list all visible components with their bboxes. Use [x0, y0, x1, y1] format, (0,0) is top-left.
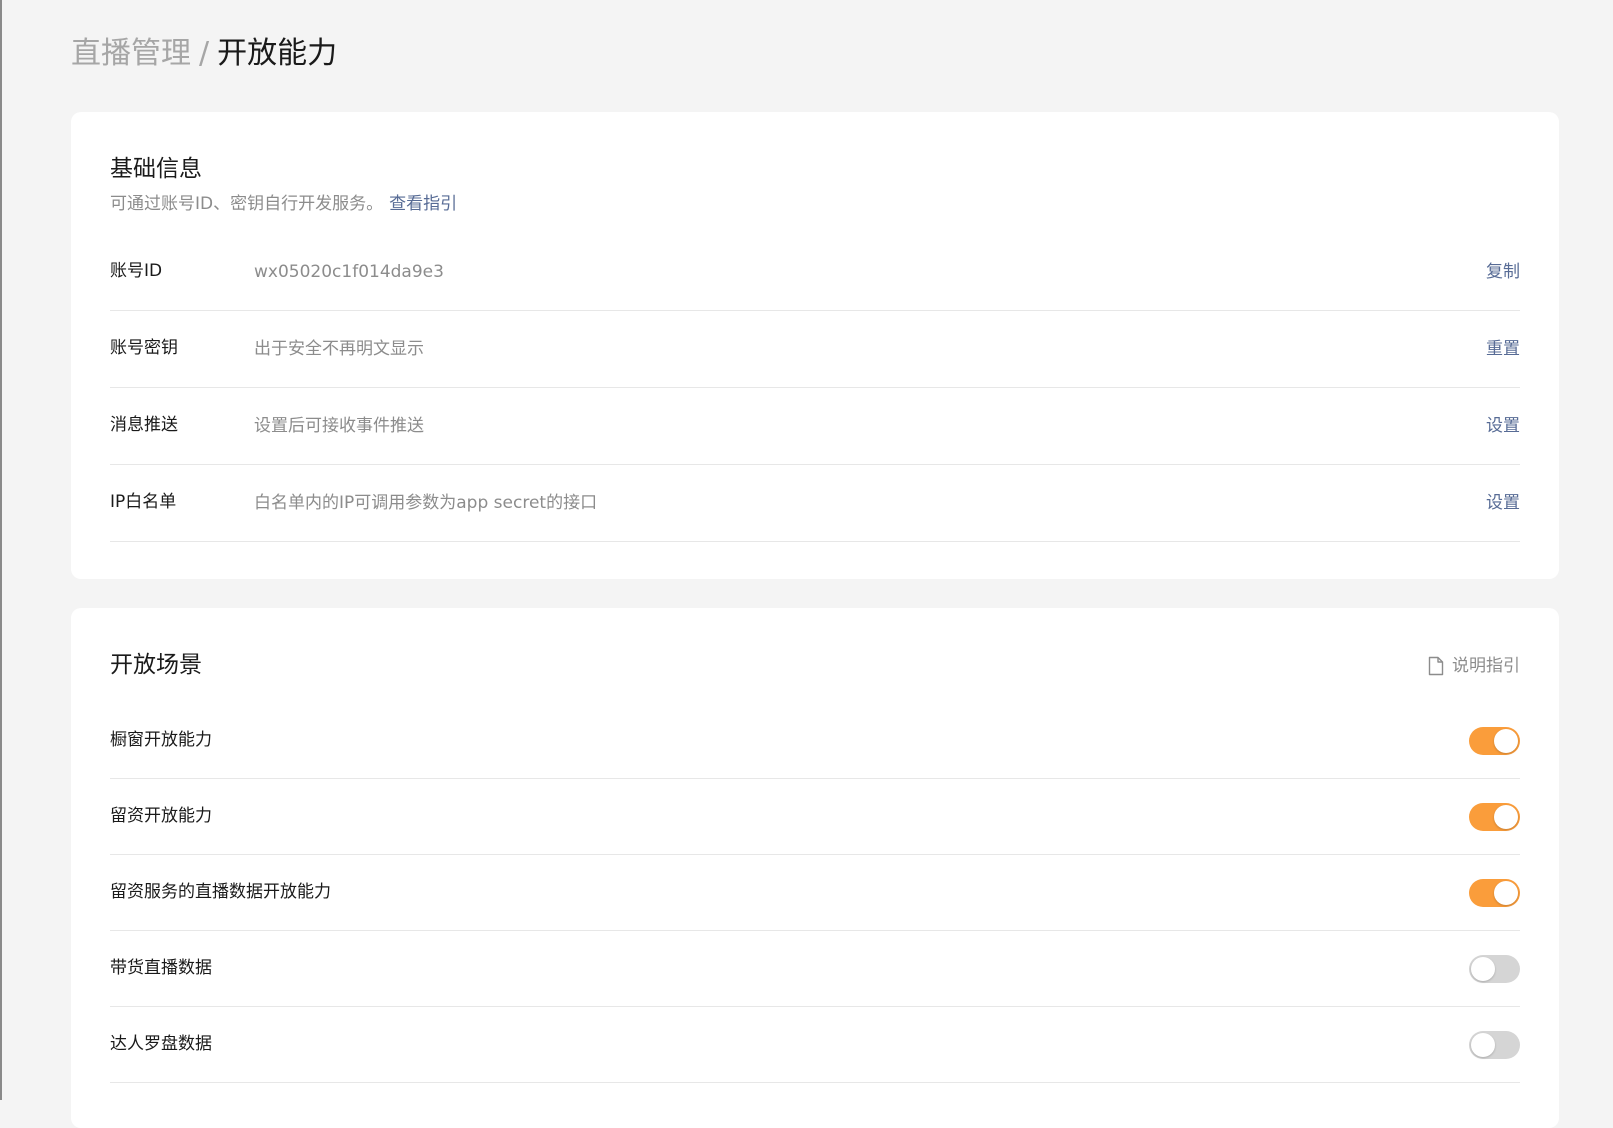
info-row-value: 白名单内的IP可调用参数为app secret的接口 [254, 493, 598, 513]
view-guide-link[interactable]: 查看指引 [389, 194, 457, 214]
toggle-knob [1494, 729, 1518, 753]
scene-list: 橱窗开放能力 留资开放能力 留资服务的直播数据开放能力 带货直播数据 达人罗盘数… [110, 703, 1520, 1083]
sales-live-data-toggle[interactable] [1469, 955, 1520, 983]
reset-secret-button[interactable]: 重置 [1486, 337, 1520, 361]
guide-link-label: 说明指引 [1452, 656, 1520, 676]
info-row-label: 消息推送 [110, 415, 178, 435]
open-scenes-card: 开放场景 说明指引 橱窗开放能力 留资开放能力 留资服务的直播数据开放能力 带货… [71, 608, 1559, 1128]
open-scenes-title: 开放场景 [110, 652, 202, 678]
info-row-label: IP白名单 [110, 492, 177, 512]
toggle-knob [1471, 1033, 1495, 1057]
info-row-value: 设置后可接收事件推送 [254, 416, 424, 436]
scene-row-leads: 留资开放能力 [110, 779, 1520, 855]
basic-info-title: 基础信息 [110, 156, 202, 182]
breadcrumb-parent-link[interactable]: 直播管理 [71, 36, 191, 71]
basic-info-desc: 可通过账号ID、密钥自行开发服务。 查看指引 [110, 193, 457, 215]
toggle-knob [1471, 957, 1495, 981]
info-row-value: wx05020c1f014da9e3 [254, 262, 444, 282]
info-row-ip-whitelist: IP白名单 白名单内的IP可调用参数为app secret的接口 设置 [110, 465, 1520, 542]
scene-row-showcase: 橱窗开放能力 [110, 703, 1520, 779]
page-title: 开放能力 [217, 36, 338, 71]
info-row-account-id: 账号ID wx05020c1f014da9e3 复制 [110, 234, 1520, 311]
breadcrumb-separator: / [199, 36, 210, 71]
copy-account-id-button[interactable]: 复制 [1486, 260, 1520, 284]
leads-live-data-toggle[interactable] [1469, 879, 1520, 907]
set-message-push-button[interactable]: 设置 [1486, 414, 1520, 438]
toggle-knob [1494, 881, 1518, 905]
scene-label: 带货直播数据 [110, 958, 212, 978]
scene-row-sales-live-data: 带货直播数据 [110, 931, 1520, 1007]
set-ip-whitelist-button[interactable]: 设置 [1486, 491, 1520, 515]
scene-label: 达人罗盘数据 [110, 1034, 212, 1054]
info-row-message-push: 消息推送 设置后可接收事件推送 设置 [110, 388, 1520, 465]
basic-info-list: 账号ID wx05020c1f014da9e3 复制 账号密钥 出于安全不再明文… [110, 234, 1520, 542]
scene-label: 橱窗开放能力 [110, 730, 212, 750]
breadcrumb: 直播管理 / 开放能力 [71, 34, 337, 74]
scene-row-leads-live-data: 留资服务的直播数据开放能力 [110, 855, 1520, 931]
info-row-value: 出于安全不再明文显示 [254, 339, 424, 359]
leads-toggle[interactable] [1469, 803, 1520, 831]
scene-label: 留资服务的直播数据开放能力 [110, 882, 331, 902]
basic-info-card: 基础信息 可通过账号ID、密钥自行开发服务。 查看指引 账号ID wx05020c… [71, 112, 1559, 579]
info-row-account-secret: 账号密钥 出于安全不再明文显示 重置 [110, 311, 1520, 388]
creator-compass-toggle[interactable] [1469, 1031, 1520, 1059]
info-row-label: 账号密钥 [110, 338, 178, 358]
guide-link[interactable]: 说明指引 [1428, 654, 1520, 678]
info-row-label: 账号ID [110, 261, 163, 281]
basic-info-desc-text: 可通过账号ID、密钥自行开发服务。 [110, 194, 384, 214]
scene-row-creator-compass: 达人罗盘数据 [110, 1007, 1520, 1083]
toggle-knob [1494, 805, 1518, 829]
document-icon [1428, 656, 1444, 676]
showcase-toggle[interactable] [1469, 727, 1520, 755]
scene-label: 留资开放能力 [110, 806, 212, 826]
window-edge [0, 0, 2, 1100]
